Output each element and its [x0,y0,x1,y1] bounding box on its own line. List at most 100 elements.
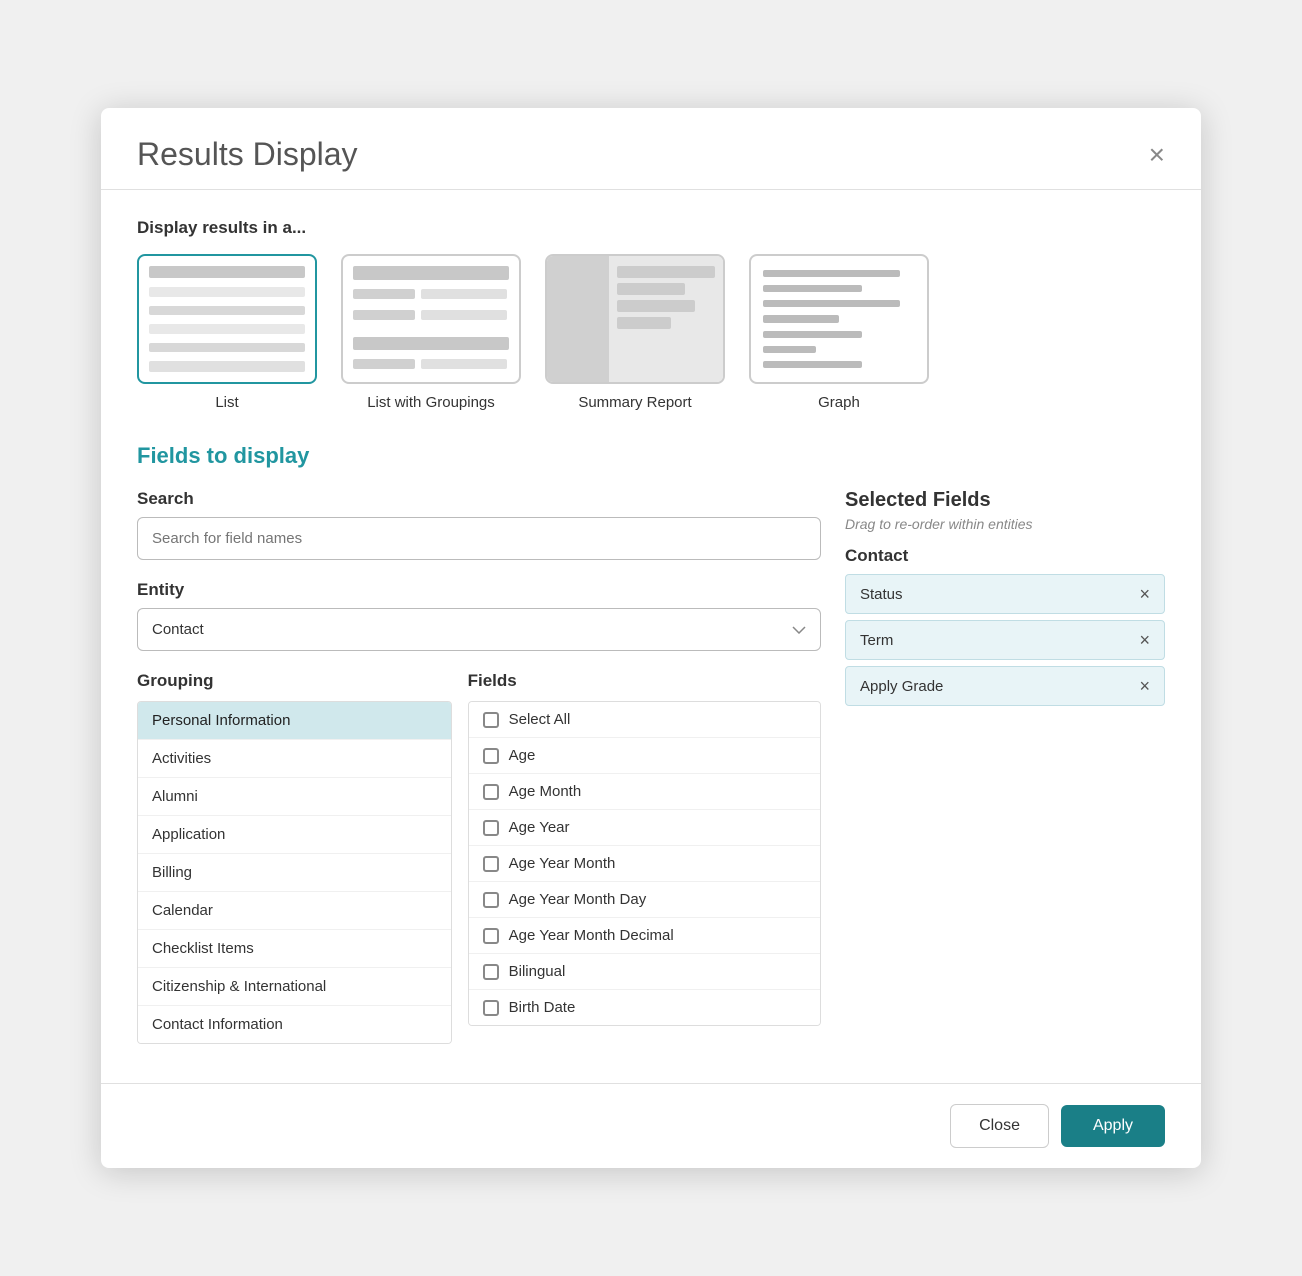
card-decoration [763,346,816,353]
field-label-age-month: Age Month [509,783,582,800]
card-decoration [763,270,900,277]
field-item-age-year-month-day[interactable]: Age Year Month Day [469,882,820,918]
display-option-list[interactable]: List [137,254,317,411]
card-decoration [617,266,715,278]
modal-body: Display results in a... List [101,190,1201,1067]
field-checkbox-birth-date[interactable] [483,1000,499,1016]
card-decoration [763,285,862,292]
card-decoration [609,256,723,382]
field-checkbox-age-year-month[interactable] [483,856,499,872]
display-option-graph[interactable]: Graph [749,254,929,411]
card-decoration [353,310,415,320]
card-decoration [763,331,862,338]
display-option-label-summary-report: Summary Report [578,394,691,411]
modal-close-button[interactable]: × [1149,141,1165,169]
entity-label: Entity [137,580,821,600]
entity-select[interactable]: Contact Application Alumni [137,608,821,651]
fields-to-display-title: Fields to display [137,443,1165,469]
card-decoration [353,289,415,299]
remove-term-button[interactable]: × [1139,631,1150,649]
close-button[interactable]: Close [950,1104,1049,1148]
grouping-item-personal-information[interactable]: Personal Information [138,702,451,740]
search-input[interactable] [137,517,821,560]
remove-status-button[interactable]: × [1139,585,1150,603]
grouping-label: Grouping [137,671,452,691]
field-label-age-year-month: Age Year Month [509,855,616,872]
selected-field-status: Status × [845,574,1165,614]
card-decoration [149,324,305,333]
card-decoration [617,317,671,329]
display-results-label: Display results in a... [137,218,1165,238]
grouping-list: Personal Information Activities Alumni A… [137,701,452,1044]
right-column: Selected Fields Drag to re-order within … [845,489,1165,1044]
field-item-age-year-month-decimal[interactable]: Age Year Month Decimal [469,918,820,954]
remove-apply-grade-button[interactable]: × [1139,677,1150,695]
field-checkbox-bilingual[interactable] [483,964,499,980]
field-label-birth-date: Birth Date [509,999,576,1016]
field-checkbox-age-year-month-decimal[interactable] [483,928,499,944]
apply-button[interactable]: Apply [1061,1105,1165,1147]
display-option-label-list-groupings: List with Groupings [367,394,495,411]
display-option-label-graph: Graph [818,394,860,411]
field-item-age-month[interactable]: Age Month [469,774,820,810]
display-card-graph[interactable] [749,254,929,384]
display-option-summary-report[interactable]: Summary Report [545,254,725,411]
card-decoration [421,359,507,369]
field-item-birth-date[interactable]: Birth Date [469,990,820,1025]
modal-header: Results Display × [101,108,1201,190]
card-decoration [149,266,305,278]
display-card-list[interactable] [137,254,317,384]
field-checkbox-age-year-month-day[interactable] [483,892,499,908]
grouping-item-contact-information[interactable]: Contact Information [138,1006,451,1043]
grouping-item-calendar[interactable]: Calendar [138,892,451,930]
modal-footer: Close Apply [101,1083,1201,1168]
selected-fields-title: Selected Fields [845,489,1165,512]
card-decoration [763,315,839,322]
grouping-fields-row: Grouping Personal Information Activities… [137,671,821,1044]
selected-field-term-label: Term [860,632,893,649]
fields-column: Fields Select All Age [468,671,821,1044]
field-label-select-all: Select All [509,711,571,728]
grouping-item-billing[interactable]: Billing [138,854,451,892]
modal-title: Results Display [137,136,358,173]
field-checkbox-age-year[interactable] [483,820,499,836]
grouping-item-application[interactable]: Application [138,816,451,854]
entity-section: Entity Contact Application Alumni [137,580,821,651]
card-decoration [149,343,305,352]
card-decoration [763,361,862,368]
grouping-column: Grouping Personal Information Activities… [137,671,452,1044]
field-checkbox-age-month[interactable] [483,784,499,800]
selected-field-status-label: Status [860,586,903,603]
card-decoration [149,361,305,372]
card-decoration [617,300,696,312]
selected-field-apply-grade: Apply Grade × [845,666,1165,706]
card-decoration [547,256,609,382]
selected-fields-entity-label: Contact [845,546,1165,566]
field-item-age[interactable]: Age [469,738,820,774]
field-checkbox-age[interactable] [483,748,499,764]
selected-field-term: Term × [845,620,1165,660]
field-item-age-year-month[interactable]: Age Year Month [469,846,820,882]
drag-hint: Drag to re-order within entities [845,516,1165,532]
card-decoration [617,283,686,295]
field-item-bilingual[interactable]: Bilingual [469,954,820,990]
display-option-label-list: List [215,394,238,411]
grouping-item-checklist-items[interactable]: Checklist Items [138,930,451,968]
display-card-list-groupings[interactable] [341,254,521,384]
display-card-summary-report[interactable] [545,254,725,384]
fields-list: Select All Age Age Month [468,701,821,1026]
field-label-bilingual: Bilingual [509,963,566,980]
display-option-list-groupings[interactable]: List with Groupings [341,254,521,411]
grouping-item-alumni[interactable]: Alumni [138,778,451,816]
grouping-item-activities[interactable]: Activities [138,740,451,778]
field-item-select-all[interactable]: Select All [469,702,820,738]
grouping-item-citizenship-international[interactable]: Citizenship & International [138,968,451,1006]
card-decoration [421,289,507,299]
search-label: Search [137,489,821,509]
field-item-age-year[interactable]: Age Year [469,810,820,846]
field-checkbox-select-all[interactable] [483,712,499,728]
card-decoration [421,310,507,320]
fields-to-display-layout: Search Entity Contact Application Alumni… [137,489,1165,1044]
field-label-age-year-month-decimal: Age Year Month Decimal [509,927,674,944]
field-label-age-year: Age Year [509,819,570,836]
